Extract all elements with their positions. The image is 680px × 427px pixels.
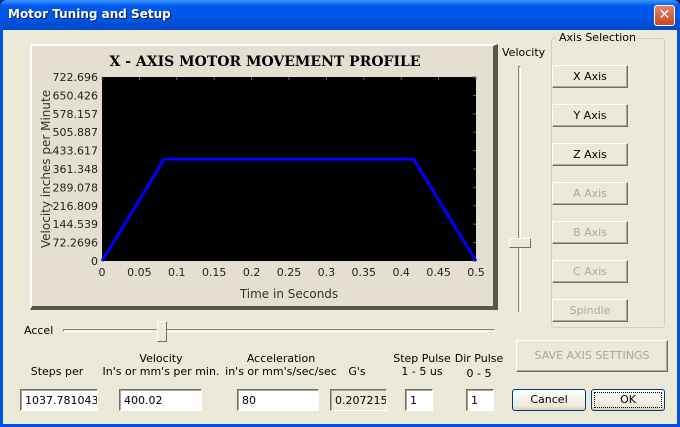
dir-pulse-label: Dir Pulse (454, 352, 504, 365)
gs-readout: 0.2072152 (330, 389, 387, 411)
x-axis-label: Time in Seconds (239, 287, 338, 301)
dir-pulse-input[interactable]: 1 (466, 389, 494, 411)
y-tick-label: 505.887 (53, 126, 99, 139)
axis-button-y-axis[interactable]: Y Axis (552, 104, 628, 127)
velocity-slider-thumb[interactable] (509, 238, 531, 248)
y-tick-label: 0 (91, 255, 98, 268)
step-pulse-range-label: 1 - 5 us (401, 365, 443, 378)
x-tick-label: 0.5 (467, 266, 485, 279)
gs-label: G's (348, 365, 366, 378)
save-axis-settings-button[interactable]: SAVE AXIS SETTINGS (516, 340, 668, 372)
axis-button-c-axis[interactable]: C Axis (552, 260, 628, 283)
axis-button-z-axis[interactable]: Z Axis (552, 143, 628, 166)
y-tick-label: 144.539 (53, 218, 99, 231)
y-tick-label: 722.696 (53, 71, 99, 84)
axis-button-spindle[interactable]: Spindle (552, 299, 628, 322)
ok-button[interactable]: OK (591, 389, 665, 411)
y-axis-label: Velocity inches per Minute (39, 90, 53, 248)
x-tick-label: 0.45 (426, 266, 451, 279)
x-tick-label: 0.4 (392, 266, 410, 279)
velocity-slider[interactable] (518, 66, 521, 313)
steps-per-input[interactable]: 1037.781043 (20, 389, 98, 411)
axis-button-x-axis[interactable]: X Axis (552, 65, 628, 88)
x-tick-label: 0.15 (202, 266, 227, 279)
y-tick-label: 216.809 (53, 200, 99, 213)
y-tick-label: 650.426 (53, 89, 99, 102)
axis-selection-label: Axis Selection (557, 31, 639, 44)
acceleration-label: Acceleration (246, 352, 316, 365)
x-tick-label: 0.2 (243, 266, 261, 279)
velocity-units-label: In's or mm's per min. (102, 365, 220, 378)
y-tick-label: 578.157 (53, 108, 99, 121)
step-pulse-input[interactable]: 1 (405, 389, 433, 411)
x-tick-label: 0.1 (168, 266, 186, 279)
velocity-label: Velocity (139, 352, 183, 365)
step-pulse-label: Step Pulse (393, 352, 451, 365)
x-tick-label: 0.35 (352, 266, 377, 279)
accel-slider[interactable] (63, 329, 495, 332)
accel-slider-thumb[interactable] (157, 321, 167, 342)
x-tick-label: 0.05 (127, 266, 152, 279)
dir-pulse-range-label: 0 - 5 (466, 367, 492, 380)
steps-per-label: Steps per (30, 365, 84, 378)
acceleration-units-label: in's or mm's/sec/sec (225, 365, 337, 378)
y-tick-label: 72.2696 (53, 237, 99, 250)
axis-button-b-axis[interactable]: B Axis (552, 221, 628, 244)
accel-slider-label: Accel (24, 324, 54, 337)
cancel-button[interactable]: Cancel (512, 389, 586, 411)
chart-title: X - AXIS MOTOR MOVEMENT PROFILE (109, 54, 420, 70)
x-tick-label: 0 (99, 266, 106, 279)
y-tick-label: 289.078 (53, 181, 99, 194)
x-tick-label: 0.25 (277, 266, 302, 279)
velocity-slider-label: Velocity (502, 46, 546, 59)
y-tick-label: 433.617 (53, 145, 99, 158)
acceleration-input[interactable]: 80 (237, 389, 319, 411)
x-tick-label: 0.3 (318, 266, 336, 279)
velocity-input[interactable]: 400.02 (119, 389, 202, 411)
ok-label: OK (594, 392, 662, 408)
y-tick-label: 361.348 (53, 163, 99, 176)
axis-button-a-axis[interactable]: A Axis (552, 182, 628, 205)
